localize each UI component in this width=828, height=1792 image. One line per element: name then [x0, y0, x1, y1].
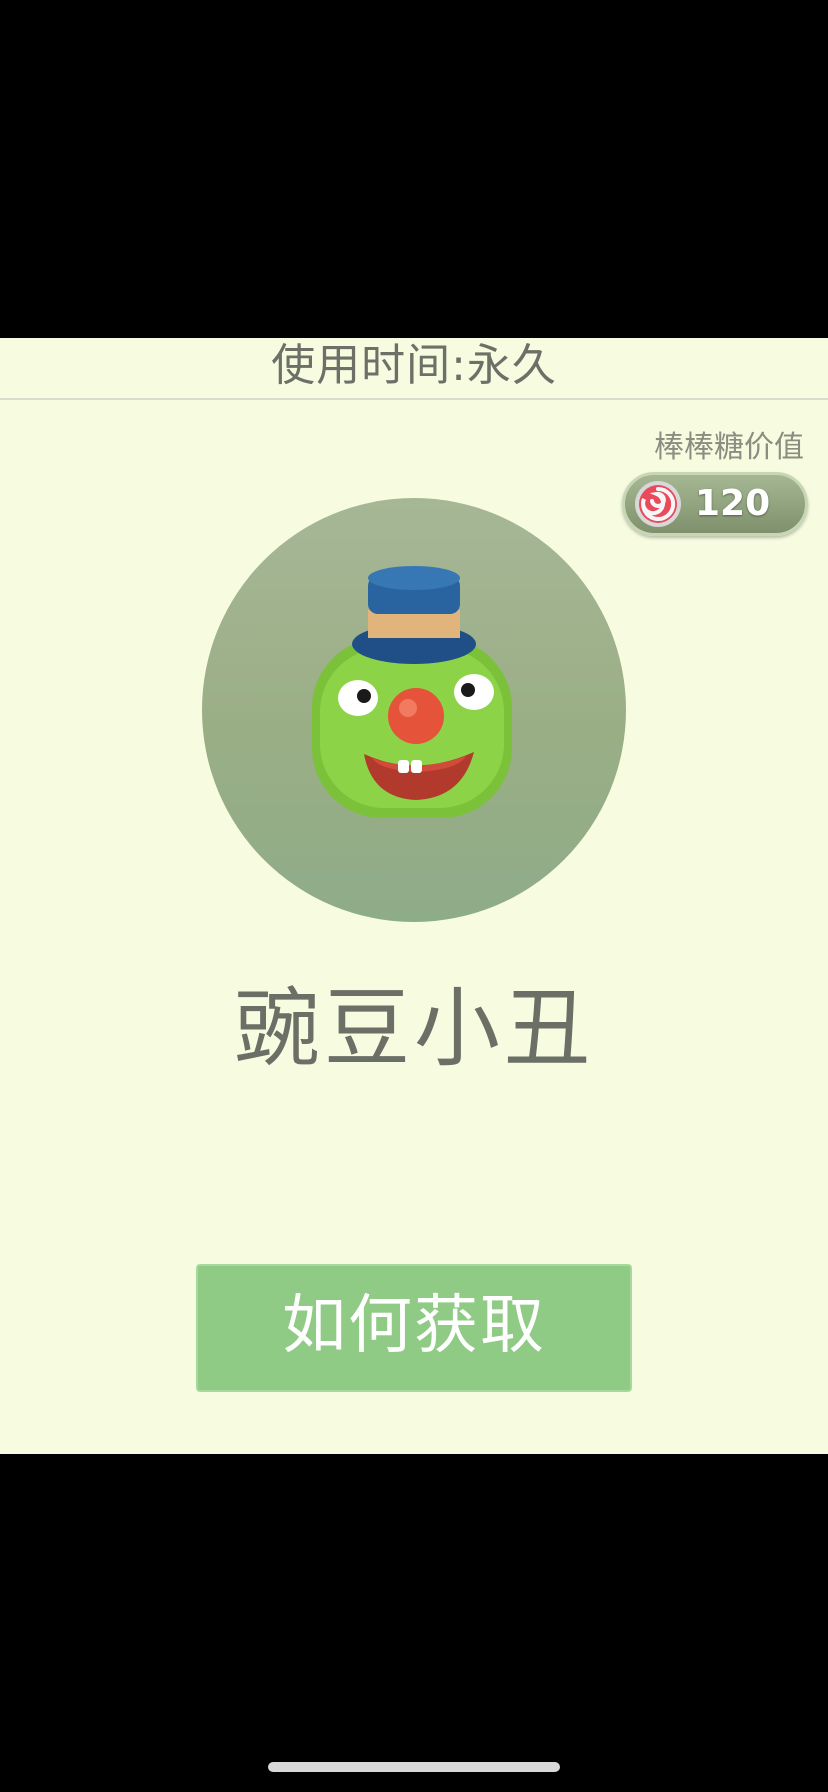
home-indicator[interactable]	[268, 1762, 560, 1772]
screen: 使用时间:永久 棒棒糖价值 120 豌豆小丑 如何获取	[0, 0, 828, 1792]
lollipop-value-amount: 120	[695, 483, 771, 524]
lollipop-value-badge: 120	[622, 472, 808, 536]
lollipop-value-label: 棒棒糖价值	[654, 430, 804, 465]
duration-text: 使用时间:永久	[271, 340, 557, 391]
how-to-get-label: 如何获取	[282, 1289, 546, 1363]
avatar-circle	[202, 498, 626, 922]
how-to-get-button[interactable]: 如何获取	[196, 1264, 632, 1392]
item-name: 豌豆小丑	[234, 979, 594, 1079]
item-detail-panel: 使用时间:永久 棒棒糖价值 120 豌豆小丑 如何获取	[0, 338, 828, 1454]
pea-clown-avatar	[312, 566, 512, 818]
lollipop-icon	[635, 481, 681, 527]
duration-bar: 使用时间:永久	[0, 338, 828, 400]
